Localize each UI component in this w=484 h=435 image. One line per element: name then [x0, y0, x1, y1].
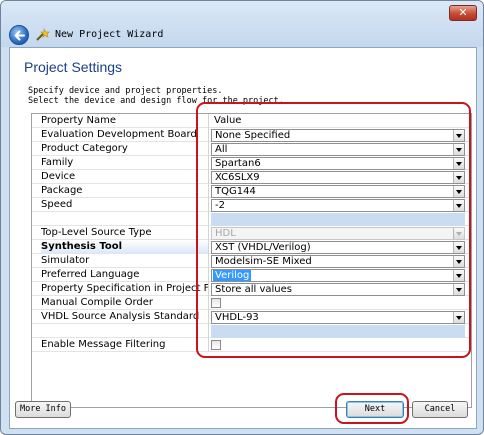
- vhdl-standard-dropdown[interactable]: VHDL-93: [211, 311, 465, 324]
- row-manual-compile-order: Manual Compile Order: [32, 296, 471, 310]
- row-preferred-language: Preferred Language Verilog: [32, 268, 471, 282]
- empty-value-cell: [211, 325, 465, 338]
- back-arrow-icon: [14, 30, 25, 41]
- speed-dropdown[interactable]: -2: [211, 199, 465, 212]
- row-product-category: Product Category All: [32, 142, 471, 156]
- chevron-down-icon[interactable]: [453, 242, 464, 253]
- chevron-down-icon[interactable]: [453, 200, 464, 211]
- row-family: Family Spartan6: [32, 156, 471, 170]
- preferred-language-dropdown[interactable]: Verilog: [211, 269, 465, 282]
- header-value: Value: [210, 114, 465, 128]
- property-name: Device: [41, 170, 209, 184]
- header-property-name: Property Name: [41, 114, 209, 128]
- dropdown-value: TQG144: [215, 186, 256, 197]
- property-name: Package: [41, 184, 209, 198]
- chevron-down-icon[interactable]: [453, 256, 464, 267]
- chevron-down-icon[interactable]: [453, 186, 464, 197]
- grid-header: Property Name Value: [32, 114, 471, 128]
- property-name: Product Category: [41, 142, 209, 156]
- manual-compile-order-checkbox[interactable]: [211, 298, 221, 308]
- row-property-specification: Property Specification in Project File S…: [32, 282, 471, 296]
- dropdown-value: Store all values: [215, 284, 292, 295]
- row-top-level-source-type: Top-Level Source Type HDL: [32, 226, 471, 240]
- property-grid: Property Name Value Evaluation Developme…: [31, 113, 472, 408]
- property-name: Synthesis Tool: [41, 240, 209, 254]
- property-name: Manual Compile Order: [41, 296, 209, 310]
- more-info-button[interactable]: More Info: [15, 401, 71, 418]
- property-name: Speed: [41, 198, 209, 212]
- dropdown-value: Verilog: [213, 270, 252, 281]
- cancel-button[interactable]: Cancel: [412, 401, 468, 418]
- synthesis-tool-dropdown[interactable]: XST (VHDL/Verilog): [211, 241, 465, 254]
- row-simulator: Simulator Modelsim-SE Mixed: [32, 254, 471, 268]
- page-description: Specify device and project properties. S…: [28, 86, 284, 106]
- top-level-source-dropdown: HDL: [211, 227, 465, 240]
- dropdown-value: -2: [215, 200, 225, 211]
- wizard-page: Project Settings Specify device and proj…: [9, 47, 477, 429]
- description-line-2: Select the device and design flow for th…: [28, 96, 284, 106]
- property-name: [41, 212, 209, 226]
- wizard-wand-icon: [36, 28, 50, 41]
- chevron-down-icon[interactable]: [453, 312, 464, 323]
- row-enable-message-filtering: Enable Message Filtering: [32, 338, 471, 352]
- window-title: New Project Wizard: [55, 29, 164, 40]
- row-spacer: [32, 324, 471, 338]
- property-name: Family: [41, 156, 209, 170]
- row-synthesis-tool: Synthesis Tool XST (VHDL/Verilog): [32, 240, 471, 254]
- product-category-dropdown[interactable]: All: [211, 143, 465, 156]
- title-bar: ✕ New Project Wizard: [1, 1, 483, 47]
- property-name: Evaluation Development Board: [41, 128, 209, 142]
- property-name: Property Specification in Project File: [41, 282, 209, 296]
- row-device: Device XC6SLX9: [32, 170, 471, 184]
- dropdown-value: Spartan6: [215, 158, 261, 169]
- simulator-dropdown[interactable]: Modelsim-SE Mixed: [211, 255, 465, 268]
- dropdown-value: VHDL-93: [215, 312, 259, 323]
- back-arrow-button[interactable]: [9, 25, 29, 45]
- chevron-down-icon[interactable]: [453, 144, 464, 155]
- property-name: Enable Message Filtering: [41, 338, 209, 352]
- dropdown-value: XC6SLX9: [215, 172, 260, 183]
- close-button[interactable]: ✕: [449, 5, 477, 21]
- dropdown-value: All: [215, 144, 228, 155]
- wizard-window: ✕ New Project Wizard Project Settings Sp…: [0, 0, 484, 435]
- chevron-down-icon[interactable]: [453, 158, 464, 169]
- enable-message-filtering-checkbox[interactable]: [211, 340, 221, 350]
- property-name: [41, 324, 209, 338]
- row-speed: Speed -2: [32, 198, 471, 212]
- property-name: Simulator: [41, 254, 209, 268]
- dropdown-value: HDL: [215, 228, 236, 239]
- empty-value-cell: [211, 213, 465, 226]
- property-specification-dropdown[interactable]: Store all values: [211, 283, 465, 296]
- chevron-down-icon[interactable]: [453, 172, 464, 183]
- description-line-1: Specify device and project properties.: [28, 86, 223, 96]
- row-package: Package TQG144: [32, 184, 471, 198]
- dropdown-value: Modelsim-SE Mixed: [215, 256, 312, 267]
- chevron-down-icon[interactable]: [453, 270, 464, 281]
- row-evaluation-board: Evaluation Development Board None Specif…: [32, 128, 471, 142]
- row-spacer: [32, 212, 471, 226]
- family-dropdown[interactable]: Spartan6: [211, 157, 465, 170]
- dropdown-value: XST (VHDL/Verilog): [215, 242, 311, 253]
- chevron-down-icon[interactable]: [453, 130, 464, 141]
- device-dropdown[interactable]: XC6SLX9: [211, 171, 465, 184]
- chevron-down-icon: [453, 228, 464, 239]
- dropdown-value: None Specified: [215, 130, 291, 141]
- header-value-label: Value: [214, 115, 242, 126]
- page-title: Project Settings: [24, 59, 123, 75]
- row-vhdl-standard: VHDL Source Analysis Standard VHDL-93: [32, 310, 471, 324]
- evaluation-board-dropdown[interactable]: None Specified: [211, 129, 465, 142]
- next-button[interactable]: Next: [346, 401, 404, 418]
- property-name: VHDL Source Analysis Standard: [41, 310, 209, 324]
- property-name: Preferred Language: [41, 268, 209, 282]
- chevron-down-icon[interactable]: [453, 284, 464, 295]
- package-dropdown[interactable]: TQG144: [211, 185, 465, 198]
- property-name: Top-Level Source Type: [41, 226, 209, 240]
